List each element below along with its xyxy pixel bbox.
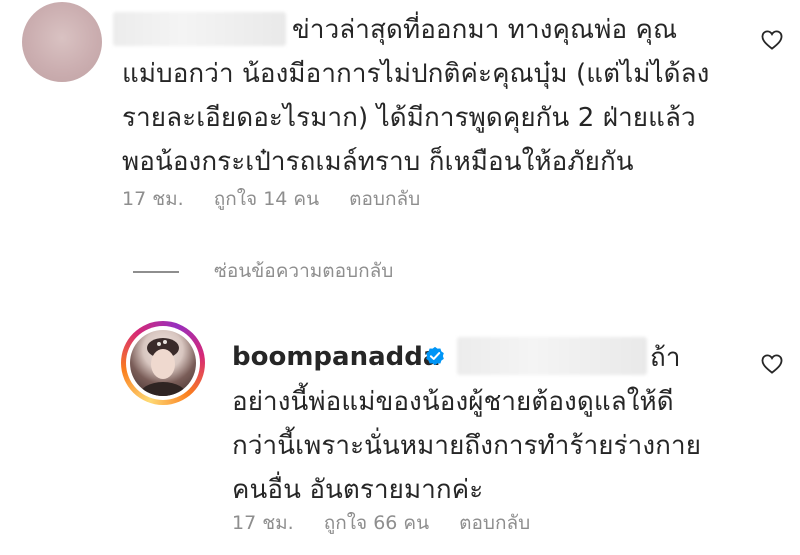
comment-text-line: คนอื่น อันตรายมากค่ะ	[232, 475, 484, 505]
avatar[interactable]	[130, 330, 196, 396]
blurred-mention	[457, 337, 647, 375]
likes-count[interactable]: ถูกใจ 14 คน	[214, 188, 319, 210]
comment-text-line: พอน้องกระเป๋ารถเมล์ทราบ ก็เหมือนให้อภัยก…	[122, 147, 634, 177]
avatar-portrait-icon	[139, 338, 187, 396]
hide-replies-button[interactable]: ซ่อนข้อความตอบกลับ	[214, 257, 393, 285]
likes-count[interactable]: ถูกใจ 66 คน	[324, 512, 429, 534]
blurred-username	[113, 12, 286, 46]
comment-text-line: ถ้า	[650, 343, 681, 373]
comment-text-line: รายละเอียดอะไรมาก) ได้มีการพูดคุยกัน 2 ฝ…	[122, 103, 696, 133]
comment-text-line: กว่านี้เพราะนั่นหมายถึงการทำร้ายร่างกาย	[232, 431, 702, 461]
comment-time: 17 ชม.	[122, 188, 184, 210]
verified-badge-icon	[424, 345, 446, 367]
comment-text-line: แม่บอกว่า น้องมีอาการไม่ปกติค่ะคุณบุ๋ม (…	[122, 59, 710, 89]
username[interactable]: boompanadda	[232, 339, 440, 375]
comment-time: 17 ชม.	[232, 512, 294, 534]
comment-text-line: ข่าวล่าสุดที่ออกมา ทางคุณพ่อ คุณ	[292, 15, 678, 45]
heart-outline-icon[interactable]	[761, 354, 783, 374]
avatar-ring-gap	[126, 326, 200, 400]
heart-outline-icon[interactable]	[761, 30, 783, 50]
reply-button[interactable]: ตอบกลับ	[349, 188, 420, 210]
avatar-story-ring[interactable]	[121, 321, 205, 405]
comment-meta: 17 ชม. ถูกใจ 14 คน ตอบกลับ	[122, 186, 444, 212]
comment-meta: 17 ชม. ถูกใจ 66 คน ตอบกลับ	[232, 510, 554, 536]
avatar[interactable]	[22, 2, 102, 82]
reply-button[interactable]: ตอบกลับ	[459, 512, 530, 534]
comment-text-line: อย่างนี้พ่อแม่ของน้องผู้ชายต้องดูแลให้ดี	[232, 387, 674, 417]
replies-divider	[133, 271, 179, 273]
